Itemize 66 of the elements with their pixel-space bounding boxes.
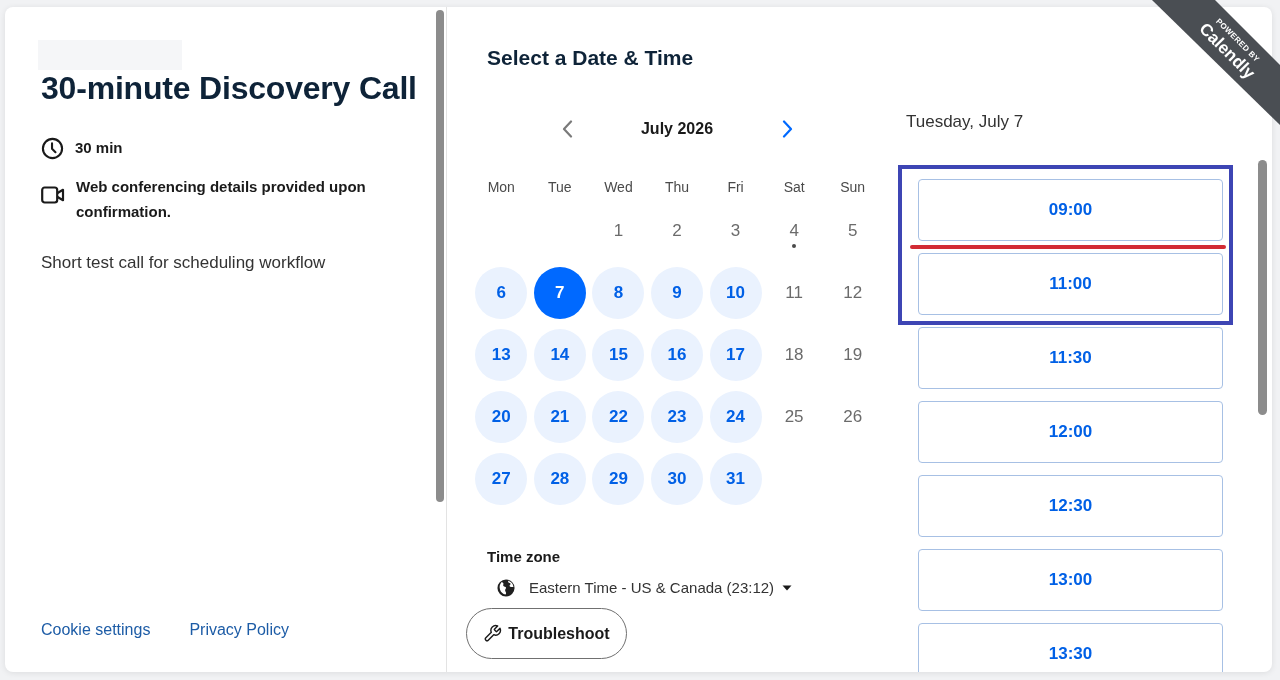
day-button[interactable]: 13: [475, 329, 528, 381]
day-button[interactable]: 17: [709, 329, 762, 381]
chevron-right-icon: [781, 120, 793, 138]
day-button[interactable]: 21: [533, 391, 586, 443]
day-button[interactable]: 8: [592, 267, 645, 319]
day-number: 11: [785, 283, 803, 303]
wrench-icon: [483, 624, 503, 643]
footer-link[interactable]: Privacy Policy: [189, 619, 289, 641]
time-zone-dropdown[interactable]: Eastern Time - US & Canada (23:12): [491, 574, 885, 602]
time-zone-label: Time zone: [487, 547, 562, 567]
clock-icon: [41, 136, 64, 160]
day-button[interactable]: 9: [651, 267, 703, 319]
day-button[interactable]: 30: [651, 453, 703, 505]
day-button[interactable]: 29: [592, 453, 645, 505]
day-button[interactable]: 14: [533, 329, 586, 381]
day-number: 3: [730, 221, 741, 241]
day-button[interactable]: 10: [709, 267, 762, 319]
time-slot-button[interactable]: 13:30: [918, 623, 1223, 672]
weekday-label: Wed: [604, 178, 633, 197]
time-slot-button[interactable]: 13:00: [918, 549, 1223, 611]
troubleshoot-button[interactable]: Troubleshoot: [466, 608, 627, 659]
scrollbar-thumb[interactable]: [1258, 160, 1267, 415]
duration-text: 30 min: [75, 138, 123, 158]
day-number: 2: [672, 221, 682, 241]
day-number: 5: [847, 221, 858, 241]
day-button[interactable]: 23: [651, 391, 703, 443]
weekday-label: Thu: [664, 178, 690, 197]
globe-icon: [497, 579, 515, 597]
weekday-label: Mon: [487, 178, 515, 197]
time-slot-button[interactable]: 12:30: [918, 475, 1223, 537]
day-number: 4: [789, 221, 799, 241]
day-number: 18: [784, 345, 804, 365]
weekday-label: Sun: [840, 178, 866, 197]
video-camera-icon: [41, 186, 65, 204]
day-button[interactable]: 27: [475, 453, 528, 505]
day-button[interactable]: 20: [475, 391, 528, 443]
footer-link[interactable]: Cookie settings: [41, 619, 151, 641]
day-number: 26: [843, 407, 863, 427]
day-number: 19: [843, 345, 863, 365]
weekday-label: Fri: [727, 178, 744, 197]
section-heading: Select a Date & Time: [487, 45, 695, 71]
day-button[interactable]: 31: [709, 453, 762, 505]
day-button[interactable]: 6: [475, 267, 528, 319]
day-number: 25: [784, 407, 804, 427]
event-description: Short test call for scheduling workflow: [41, 252, 327, 274]
chevron-left-icon: [561, 120, 573, 138]
weekday-label: Tue: [548, 178, 572, 197]
day-number: 1: [613, 221, 624, 241]
selected-date-title: Tuesday, July 7: [906, 111, 1025, 133]
location-note: Web conferencing details provided upon confirmation.: [76, 177, 367, 222]
time-slot-button[interactable]: 12:00: [918, 401, 1223, 463]
event-title: 30-minute Discovery Call: [41, 70, 418, 106]
weekday-label: Sat: [783, 178, 805, 197]
time-slot-button[interactable]: 09:00: [918, 179, 1223, 241]
day-button[interactable]: 16: [651, 329, 703, 381]
time-slot-button[interactable]: 11:30: [918, 327, 1223, 389]
day-button[interactable]: 22: [592, 391, 645, 443]
day-button[interactable]: 7: [533, 267, 586, 319]
scrollbar-thumb[interactable]: [436, 10, 444, 502]
day-number: 12: [843, 283, 863, 303]
month-label: July 2026: [639, 119, 715, 139]
day-button[interactable]: 15: [592, 329, 645, 381]
day-button[interactable]: 24: [709, 391, 762, 443]
day-button[interactable]: 28: [533, 453, 586, 505]
time-slot-button[interactable]: 11:00: [918, 253, 1223, 315]
caret-icon: [782, 585, 793, 591]
